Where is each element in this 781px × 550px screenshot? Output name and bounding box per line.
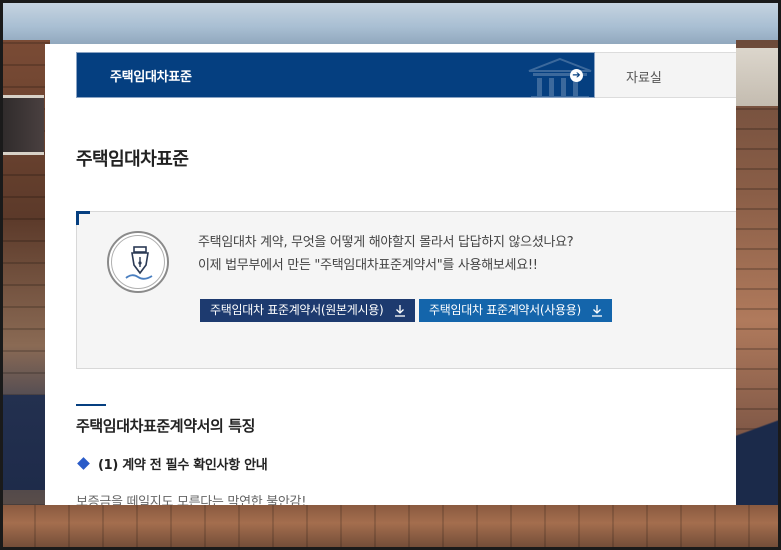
diamond-bullet-icon: [77, 457, 90, 470]
background-window-left: [0, 95, 44, 155]
nav-tab-resources-label: 자료실: [626, 71, 662, 86]
info-box: 주택임대차 계약, 무엇을 어떻게 해야할지 몰라서 답답하지 않으셨나요? 이…: [76, 211, 736, 369]
corner-accent: [76, 211, 90, 225]
arrow-right-icon[interactable]: ➔: [570, 69, 583, 82]
download-icon: [395, 305, 405, 317]
section-accent-bar: [76, 404, 106, 406]
background-brick-floor: [0, 505, 781, 550]
info-text-question: 주택임대차 계약, 무엇을 어떻게 해야할지 몰라서 답답하지 않으셨나요?: [198, 235, 574, 250]
nav-tab-current[interactable]: 주택임대차표준 ➔: [76, 52, 595, 98]
download-icon: [592, 305, 602, 317]
background-sky: [0, 0, 781, 48]
nav-tab-resources[interactable]: 자료실: [595, 52, 736, 98]
section-title: 주택임대차표준계약서의 특징: [76, 417, 256, 435]
info-text-recommend: 이제 법무부에서 만든 "주택임대차표준계약서"를 사용해보세요!!: [198, 258, 538, 273]
background-panel-right: [736, 48, 781, 106]
building-icon: [528, 57, 592, 97]
nav-tab-current-label: 주택임대차표준: [110, 70, 192, 85]
download-original-label: 주택임대차 표준계약서(원본게시용): [210, 303, 384, 317]
content-page: 주택임대차표준 ➔ 자료실 주택임대차표준 주택임대차 계약, 무엇을 어떻게 …: [45, 44, 736, 505]
download-original-button[interactable]: 주택임대차 표준계약서(원본게시용): [200, 299, 415, 322]
download-user-button[interactable]: 주택임대차 표준계약서(사용용): [419, 299, 612, 322]
background-shadow-left: [0, 395, 45, 490]
fountain-pen-icon: [107, 231, 169, 293]
download-user-label: 주택임대차 표준계약서(사용용): [429, 303, 581, 317]
breadcrumb-nav: 주택임대차표준 ➔ 자료실: [76, 52, 736, 98]
feature-item-title: (1) 계약 전 필수 확인사항 안내: [98, 458, 268, 473]
feature-item-text: 보증금을 떼일지도 모른다는 막연한 불안감!: [76, 495, 307, 505]
page-title: 주택임대차표준: [76, 149, 189, 170]
